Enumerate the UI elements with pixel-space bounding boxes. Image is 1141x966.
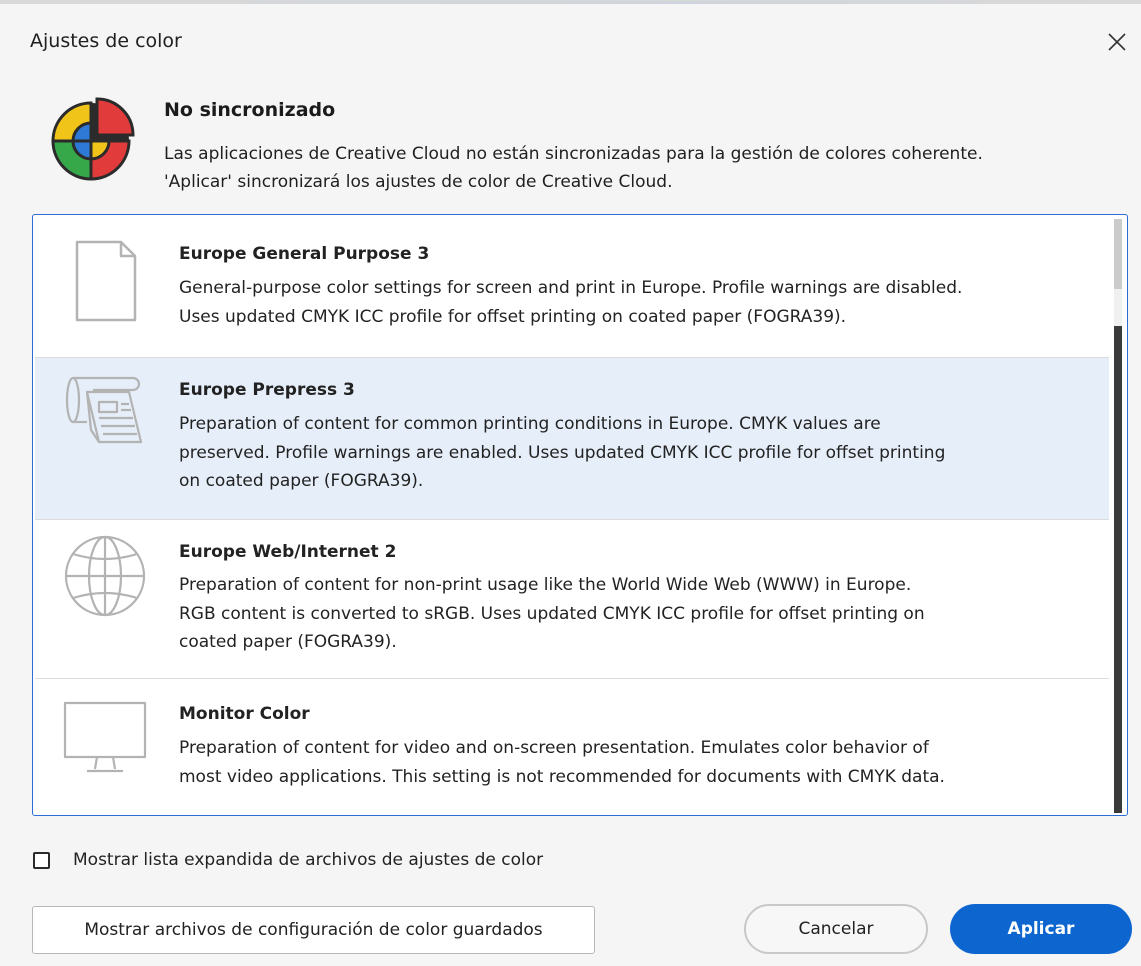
expanded-list-option[interactable]: Mostrar lista expandida de archivos de a…	[33, 848, 543, 872]
item-description-line: Uses updated CMYK ICC profile for offset…	[179, 306, 847, 327]
scrollbar-upper-region[interactable]	[1114, 219, 1122, 289]
color-settings-list[interactable]: Europe General Purpose 3 General-purpose…	[32, 214, 1128, 816]
sync-status-description: Las aplicaciones de Creative Cloud no es…	[164, 140, 1124, 196]
item-description-line: RGB content is converted to sRGB. Uses u…	[179, 603, 925, 624]
window-top-edge	[0, 1, 1141, 4]
cancel-button[interactable]: Cancelar	[744, 904, 928, 954]
sync-status-line-1: Las aplicaciones de Creative Cloud no es…	[164, 144, 983, 164]
item-title: Monitor Color	[179, 704, 310, 724]
close-icon	[1108, 33, 1126, 51]
item-description-line: coated paper (FOGRA39).	[179, 632, 397, 652]
item-description: Preparation of content for video and on-…	[179, 734, 1079, 791]
expanded-list-checkbox[interactable]	[33, 851, 50, 869]
monitor-icon	[63, 701, 147, 773]
list-item-monitor-color[interactable]: Monitor Color Preparation of content for…	[35, 679, 1109, 815]
item-description: Preparation of content for common printi…	[179, 410, 1079, 496]
item-description: Preparation of content for non-print usa…	[179, 571, 1079, 657]
item-title: Europe General Purpose 3	[179, 244, 430, 264]
item-description-line: General-purpose color settings for scree…	[179, 278, 963, 298]
show-saved-files-button[interactable]: Mostrar archivos de configuración de col…	[32, 906, 595, 954]
item-description-line: Preparation of content for common printi…	[179, 414, 881, 434]
item-description-line: most video applications. This setting is…	[179, 766, 945, 787]
close-button[interactable]	[1103, 28, 1131, 56]
item-title: Europe Web/Internet 2	[179, 542, 397, 562]
item-title: Europe Prepress 3	[179, 380, 355, 400]
list-scrollbar[interactable]	[1111, 219, 1125, 813]
item-description-line: preserved. Profile warnings are enabled.…	[179, 442, 946, 463]
globe-icon	[64, 535, 146, 617]
item-description-line: Preparation of content for non-print usa…	[179, 575, 912, 595]
sync-status-line-2: 'Aplicar' sincronizará los ajustes de co…	[164, 172, 673, 192]
color-settings-dialog: Ajustes de color No sincronizado Las apl…	[0, 0, 1141, 966]
scrollbar-thumb[interactable]	[1114, 326, 1122, 813]
color-wheel-icon	[51, 97, 135, 181]
item-description-line: Preparation of content for video and on-…	[179, 738, 929, 758]
dialog-title: Ajustes de color	[30, 30, 182, 52]
sync-status-title: No sincronizado	[164, 99, 336, 121]
expanded-list-label: Mostrar lista expandida de archivos de a…	[73, 850, 544, 870]
list-item-europe-general-purpose-3[interactable]: Europe General Purpose 3 General-purpose…	[35, 215, 1109, 358]
document-icon	[75, 240, 137, 322]
item-description: General-purpose color settings for scree…	[179, 274, 1079, 331]
list-item-europe-web-internet-2[interactable]: Europe Web/Internet 2 Preparation of con…	[35, 520, 1109, 679]
item-description-line: on coated paper (FOGRA39).	[179, 471, 424, 491]
apply-button[interactable]: Aplicar	[950, 904, 1132, 954]
list-item-europe-prepress-3[interactable]: Europe Prepress 3 Preparation of content…	[35, 358, 1109, 520]
printing-press-icon	[65, 376, 143, 444]
